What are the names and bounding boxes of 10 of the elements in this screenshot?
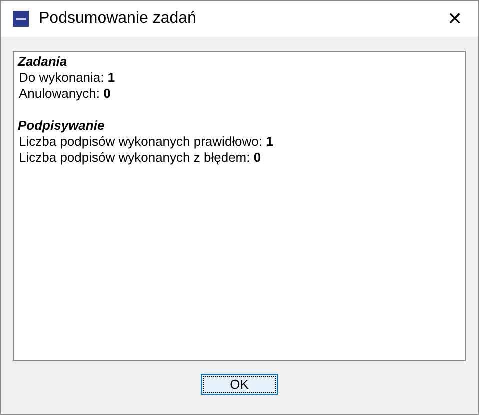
ok-button[interactable]: OK (201, 374, 278, 395)
section-heading: Podpisywanie (18, 118, 106, 134)
window-title: Podsumowanie zadań (39, 9, 196, 29)
section-heading: Zadania (18, 54, 68, 70)
summary-line: Anulowanych: 0 (18, 86, 112, 102)
app-icon (13, 11, 29, 27)
summary-line: Do wykonania: 1 (18, 70, 116, 86)
summary-line: Liczba podpisów wykonanych prawidłowo: 1 (18, 134, 274, 150)
summary-line: Liczba podpisów wykonanych z błędem: 0 (18, 150, 262, 166)
close-button[interactable]: ✕ (432, 1, 478, 37)
